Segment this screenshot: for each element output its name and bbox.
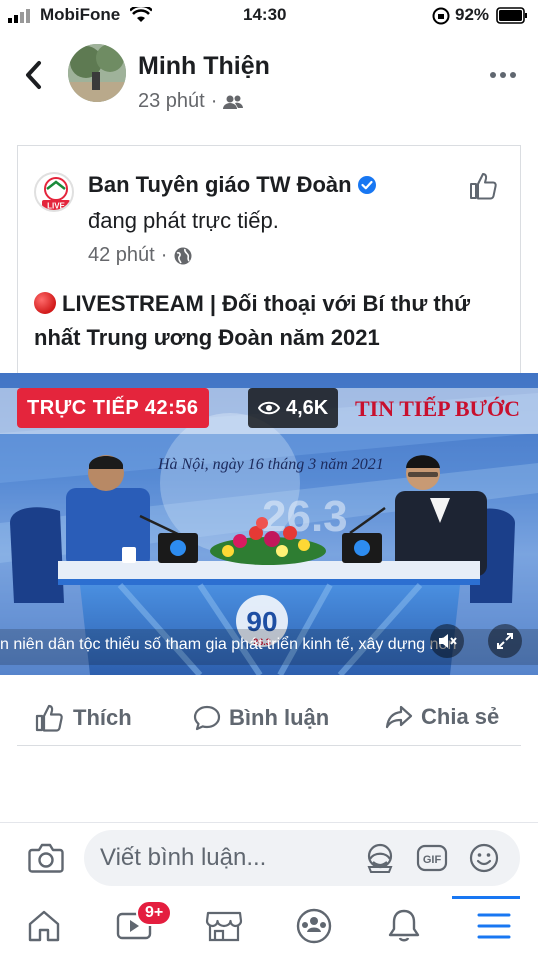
avatar-sticker-icon[interactable]: [364, 842, 396, 874]
back-arrow-icon[interactable]: [20, 58, 46, 92]
share-icon: [385, 705, 413, 729]
svg-text:LIVE: LIVE: [47, 202, 65, 211]
carrier-name: MobiFone: [40, 5, 121, 24]
svg-text:GIF: GIF: [423, 854, 442, 866]
clock: 14:30: [243, 5, 287, 24]
signal-icon: [8, 9, 30, 23]
mute-button[interactable]: [430, 624, 464, 658]
globe-icon: [174, 247, 192, 264]
post-text: LIVESTREAM | Đối thoại với Bí thư thứ nh…: [34, 291, 471, 350]
emoji-icon[interactable]: [468, 842, 500, 874]
comment-placeholder: Viết bình luận...: [100, 844, 267, 871]
battery-percent: 92%: [455, 5, 490, 24]
red-circle-icon: [34, 292, 56, 314]
eye-icon: [258, 401, 280, 415]
post-actions: Thích Bình luận Chia sẻ: [17, 690, 521, 746]
expand-icon: [497, 633, 513, 649]
page-name[interactable]: Ban Tuyên giáo TW Đoàn: [88, 172, 377, 198]
nav-home[interactable]: [24, 906, 64, 946]
page-name-text: Ban Tuyên giáo TW Đoàn: [88, 172, 352, 197]
status-bar: MobiFone 14:30 92%: [0, 0, 538, 30]
like-button[interactable]: Thích: [35, 704, 132, 732]
nav-marketplace[interactable]: [204, 906, 244, 946]
more-options-icon[interactable]: [488, 70, 518, 80]
nav-groups[interactable]: [294, 906, 334, 946]
speaker-muted-icon: [439, 634, 457, 648]
nav-menu[interactable]: [474, 906, 514, 946]
video-banner-text: TIN TIẾP BƯỚC: [355, 396, 521, 421]
thumbs-up-icon[interactable]: [467, 170, 499, 202]
comment-button[interactable]: Bình luận: [193, 704, 329, 732]
comment-icon: [193, 705, 221, 731]
meta-separator: ·: [210, 90, 218, 112]
viewer-count: 4,6K: [286, 396, 329, 419]
shared-post-time[interactable]: 42 phút: [88, 244, 155, 267]
gif-icon[interactable]: GIF: [416, 842, 448, 874]
live-status-text: đang phát trực tiếp.: [88, 208, 279, 233]
marketplace-icon: [205, 911, 243, 942]
friends-icon: [223, 95, 244, 109]
bottom-nav: [0, 896, 538, 960]
battery-icon: [496, 7, 527, 24]
avatar[interactable]: [68, 44, 126, 102]
author-name[interactable]: Minh Thiện: [138, 52, 270, 81]
meta-separator: ·: [160, 244, 168, 266]
wifi-icon: [130, 7, 152, 22]
menu-icon: [477, 913, 511, 939]
post-time[interactable]: 23 phút: [138, 90, 205, 113]
groups-icon: [296, 908, 332, 944]
fullscreen-button[interactable]: [488, 624, 522, 658]
orientation-lock-icon: [432, 7, 450, 25]
viewer-count-badge: 4,6K: [248, 388, 339, 428]
notification-badge: 9+: [136, 900, 173, 926]
active-tab-indicator: [452, 896, 520, 899]
nav-notifications[interactable]: [384, 906, 424, 946]
bell-icon: [388, 909, 420, 942]
shared-post-meta: 42 phút ·: [88, 244, 193, 267]
home-icon: [28, 910, 60, 942]
video-date-text: Hà Nội, ngày 16 tháng 3 năm 2021: [158, 456, 384, 473]
thumbs-up-icon: [35, 704, 63, 732]
share-button[interactable]: Chia sẻ: [385, 704, 499, 730]
page-logo[interactable]: LIVE: [34, 172, 74, 212]
live-badge: TRỰC TIẾP 42:56: [17, 388, 209, 428]
verified-badge-icon: [357, 176, 376, 194]
camera-icon[interactable]: [28, 842, 64, 874]
post-meta: 23 phút ·: [138, 90, 244, 113]
